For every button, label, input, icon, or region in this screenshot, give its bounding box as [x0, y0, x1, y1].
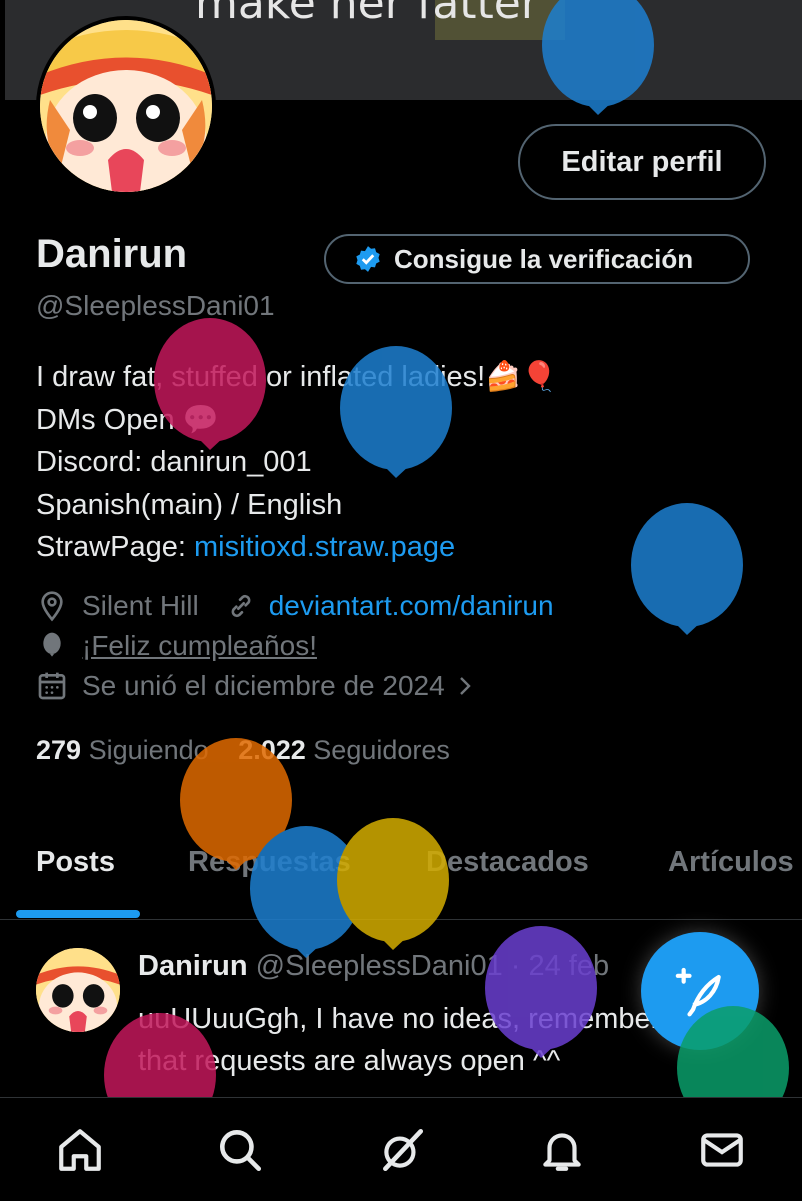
nav-home[interactable] — [50, 1122, 110, 1178]
balloon-decoration — [102, 0, 789, 1200]
nav-messages[interactable] — [692, 1122, 752, 1178]
mail-icon — [701, 1133, 743, 1167]
nav-grok[interactable] — [372, 1122, 432, 1178]
grok-icon — [383, 1128, 424, 1172]
search-icon — [220, 1130, 262, 1172]
bell-icon — [543, 1133, 581, 1171]
birthday-balloons-overlay — [102, 0, 789, 1200]
nav-search[interactable] — [210, 1122, 270, 1178]
nav-notifications[interactable] — [532, 1122, 592, 1178]
bottom-navigation — [0, 1097, 802, 1201]
home-icon — [59, 1129, 101, 1171]
